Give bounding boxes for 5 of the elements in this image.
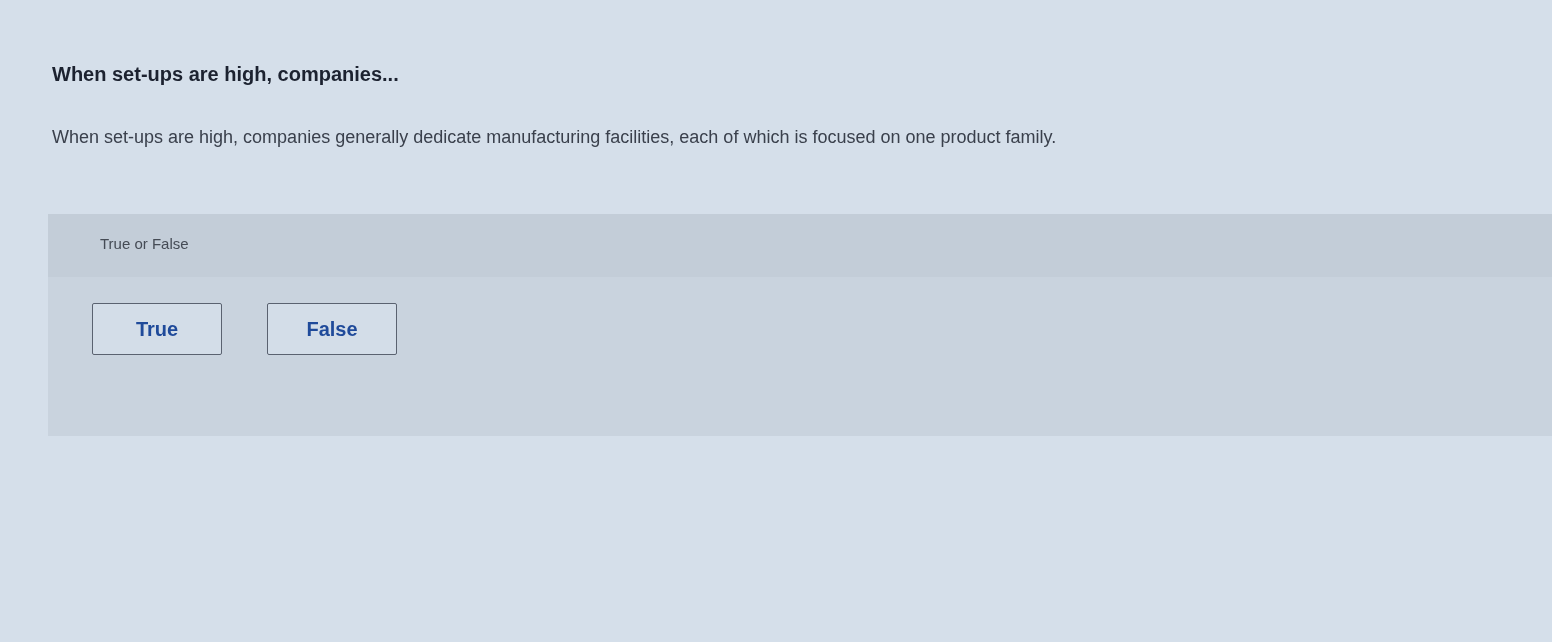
question-text: When set-ups are high, companies generally dedicate manufacturing facilities, each of which is focused on one product family. — [52, 126, 1057, 149]
answer-option[interactable]: False — [267, 303, 397, 355]
question-title: When set-ups are high, companies... — [52, 62, 399, 87]
prompt-label: True or False — [100, 235, 189, 252]
answer-option[interactable]: True — [92, 303, 222, 355]
